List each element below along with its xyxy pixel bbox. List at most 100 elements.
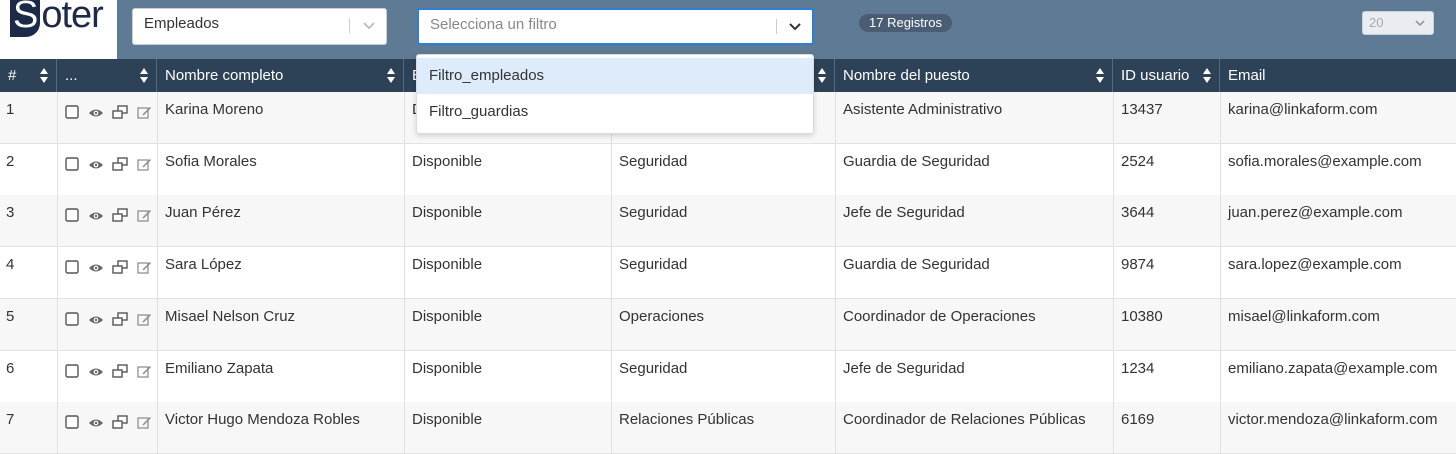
eye-icon[interactable]: [88, 313, 104, 327]
checkbox-icon[interactable]: [65, 208, 79, 223]
checkbox-icon[interactable]: [65, 260, 79, 274]
top-bar: Soter Empleados Selecciona un filtro 17 …: [0, 0, 1456, 59]
sort-icon[interactable]: [818, 68, 826, 83]
cell-id-usuario: 2524: [1121, 152, 1155, 170]
table-row[interactable]: 5 Misael Nelson Cruz Disponible Operaciones…: [0, 298, 1456, 351]
cell-puesto: Guardia de Seguridad: [843, 256, 990, 274]
edit-icon[interactable]: [137, 105, 152, 120]
filter-option[interactable]: Filtro_empleados: [417, 58, 813, 94]
logo[interactable]: Soter: [0, 0, 117, 59]
cell-estado: Disponible: [412, 307, 483, 325]
page-size-select[interactable]: 20: [1362, 11, 1434, 35]
sort-icon[interactable]: [1096, 68, 1104, 83]
table-row[interactable]: 7 Victor Hugo Mendoza Robles Disponible Rel…: [0, 402, 1456, 454]
cell-area: Relaciones Públicas: [619, 411, 755, 429]
cell-email: emiliano.zapata@example.com: [1228, 359, 1438, 377]
column-divider: [57, 195, 58, 248]
cell-id-usuario: 1234: [1121, 359, 1155, 377]
sort-icon[interactable]: [140, 68, 148, 83]
cell-puesto: Coordinador de Relaciones Públicas: [843, 411, 1086, 429]
table-row[interactable]: 3 Juan Pérez Disponible Seguridad Jefe de Se…: [0, 195, 1456, 248]
filter-option[interactable]: Filtro_guardias: [417, 94, 813, 130]
cell-puesto: Jefe de Seguridad: [843, 359, 965, 377]
cell-puesto: Coordinador de Operaciones: [843, 307, 1036, 325]
column-divider: [57, 92, 58, 144]
cell-id-usuario: 13437: [1121, 101, 1163, 118]
select-separator: [349, 18, 350, 33]
entity-select-value: Empleados: [144, 15, 220, 32]
eye-icon[interactable]: [88, 158, 104, 172]
cell-email: victor.mendoza@linkaform.com: [1228, 411, 1438, 429]
cell-area: Operaciones: [619, 307, 705, 325]
column-divider: [57, 143, 58, 196]
cell-id-usuario: 10380: [1121, 307, 1163, 325]
table-row[interactable]: 4 Sara López Disponible Seguridad Guardia de…: [0, 247, 1456, 300]
edit-icon[interactable]: [137, 157, 152, 172]
column-header-nombre[interactable]: Nombre completo: [157, 59, 404, 92]
column-header-puesto[interactable]: Nombre del puesto: [835, 59, 1113, 92]
cell-puesto: Jefe de Seguridad: [843, 204, 965, 222]
records-badge: 17 Registros: [859, 14, 952, 32]
column-header-actions[interactable]: ...: [57, 59, 157, 92]
checkbox-icon[interactable]: [65, 312, 79, 326]
edit-icon[interactable]: [137, 312, 152, 327]
filter-dropdown: Filtro_empleados Filtro_guardias: [416, 54, 814, 134]
cell-number: 5: [6, 307, 15, 325]
chevron-down-icon[interactable]: [787, 18, 803, 34]
eye-icon[interactable]: [88, 261, 104, 275]
cell-area: Seguridad: [619, 359, 688, 377]
checkbox-icon[interactable]: [65, 415, 79, 429]
entity-select[interactable]: Empleados: [132, 8, 387, 45]
sort-icon[interactable]: [1203, 68, 1211, 83]
filter-select-placeholder: Selecciona un filtro: [430, 16, 557, 33]
cell-area: Seguridad: [619, 152, 688, 170]
cell-nombre: Sofia Morales: [165, 152, 257, 170]
edit-icon[interactable]: [137, 260, 152, 275]
chevron-down-icon: [1415, 20, 1425, 27]
copy-icon[interactable]: [112, 415, 128, 430]
cell-email: sara.lopez@example.com: [1228, 256, 1402, 274]
cell-estado: Disponible: [412, 204, 483, 222]
eye-icon[interactable]: [88, 209, 104, 223]
cell-estado: Disponible: [412, 256, 483, 274]
cell-nombre: Misael Nelson Cruz: [165, 307, 296, 325]
sort-icon[interactable]: [40, 68, 48, 83]
checkbox-icon[interactable]: [65, 363, 79, 378]
eye-icon[interactable]: [88, 365, 104, 379]
eye-icon[interactable]: [88, 106, 104, 120]
cell-number: 4: [6, 256, 15, 274]
checkbox-icon[interactable]: [65, 105, 79, 119]
cell-estado: Disponible: [412, 411, 483, 429]
cell-number: 2: [6, 152, 15, 170]
cell-email: sofia.morales@example.com: [1228, 152, 1422, 170]
edit-icon[interactable]: [137, 415, 152, 430]
sort-icon[interactable]: [387, 68, 395, 83]
page-size-value: 20: [1369, 15, 1384, 30]
cell-puesto: Asistente Administrativo: [843, 101, 1003, 118]
cell-id-usuario: 3644: [1121, 204, 1155, 222]
filter-select[interactable]: Selecciona un filtro: [417, 8, 814, 45]
edit-icon[interactable]: [137, 364, 152, 379]
copy-icon[interactable]: [112, 260, 128, 275]
cell-number: 3: [6, 204, 15, 222]
copy-icon[interactable]: [112, 208, 128, 223]
cell-estado: Disponible: [412, 359, 483, 377]
table-row[interactable]: 6 Emiliano Zapata Disponible Seguridad Jefe …: [0, 350, 1456, 403]
column-header-email[interactable]: Email: [1220, 59, 1456, 92]
copy-icon[interactable]: [112, 105, 128, 120]
cell-number: 1: [6, 101, 15, 118]
column-header-number[interactable]: #: [0, 59, 57, 92]
cell-number: 6: [6, 359, 15, 377]
chevron-down-icon: [363, 22, 375, 30]
cell-puesto: Guardia de Seguridad: [843, 152, 990, 170]
cell-nombre: Emiliano Zapata: [165, 359, 274, 377]
edit-icon[interactable]: [137, 208, 152, 223]
checkbox-icon[interactable]: [65, 156, 79, 171]
eye-icon[interactable]: [88, 416, 104, 430]
column-header-id-usuario[interactable]: ID usuario: [1113, 59, 1220, 92]
copy-icon[interactable]: [112, 156, 128, 172]
copy-icon[interactable]: [112, 312, 128, 327]
table-row[interactable]: 2 Sofia Morales Disponible Seguridad Guardia…: [0, 143, 1456, 196]
copy-icon[interactable]: [112, 363, 128, 379]
cell-area: Seguridad: [619, 204, 688, 222]
